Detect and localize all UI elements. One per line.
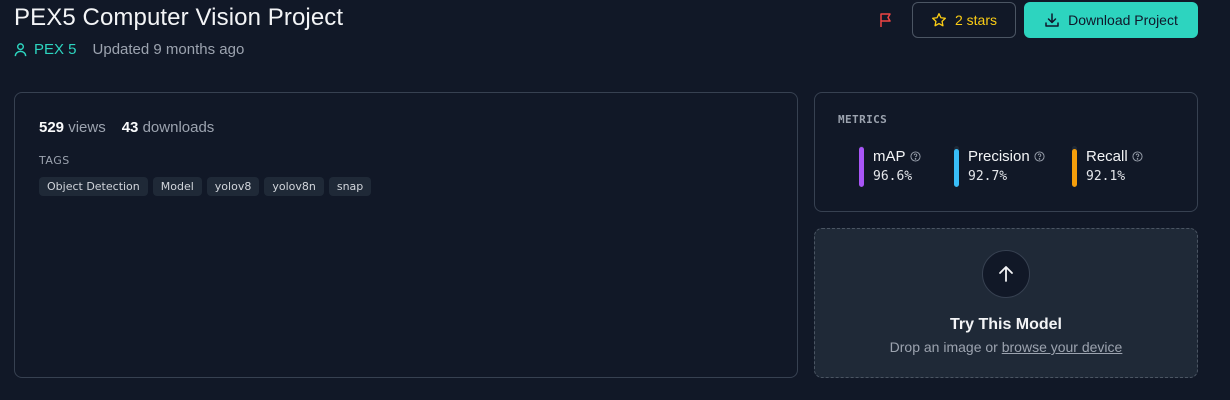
tag-list: Object Detection Model yolov8 yolov8n sn… (39, 177, 372, 196)
browse-device-link[interactable]: browse your device (1002, 339, 1123, 355)
metric-bar-track (954, 146, 959, 187)
download-icon (1044, 12, 1060, 28)
metric-value: 92.1% (1086, 169, 1126, 184)
downloads-count: 43 (121, 119, 139, 136)
metric-name-label: Recall (1086, 148, 1128, 165)
help-circle-icon[interactable] (909, 151, 921, 162)
metric-bar-track (1072, 146, 1077, 187)
metric-bar-fill (954, 149, 959, 187)
metrics-heading: METRICS (838, 113, 888, 126)
try-model-dropzone[interactable]: Try This Model Drop an image or browse y… (814, 228, 1198, 378)
metric-name-label: mAP (873, 148, 906, 165)
views-count: 529 (39, 119, 65, 136)
views-stat: 529 views (39, 119, 106, 136)
project-meta: PEX 5 Updated 9 months ago (13, 41, 244, 58)
tag-item[interactable]: yolov8 (206, 177, 260, 196)
flag-icon (878, 12, 894, 28)
metric-name: Recall (1086, 148, 1143, 165)
help-circle-icon[interactable] (1034, 151, 1045, 162)
downloads-label: downloads (142, 119, 215, 136)
metric-value: 92.7% (968, 169, 1008, 184)
metric-bar-fill (859, 147, 864, 187)
user-icon (13, 42, 28, 57)
metric-name: Precision (968, 148, 1045, 165)
metric-bar-fill (1072, 149, 1077, 187)
drop-image-text: Drop an image or (889, 339, 1002, 355)
metric-name: mAP (873, 148, 921, 165)
tag-item[interactable]: snap (328, 177, 372, 196)
views-label: views (68, 119, 106, 136)
project-info-panel: 529 views 43 downloads TAGS Object Detec… (14, 92, 798, 378)
try-model-instructions: Drop an image or browse your device (815, 339, 1197, 355)
report-flag-button[interactable] (876, 11, 896, 29)
page-title: PEX5 Computer Vision Project (14, 4, 344, 31)
project-page: PEX5 Computer Vision Project PEX 5 Updat… (0, 0, 1230, 400)
arrow-up-icon (996, 264, 1016, 284)
download-project-button[interactable]: Download Project (1024, 2, 1198, 38)
metric-bar-track (859, 146, 864, 187)
updated-text: Updated 9 months ago (92, 41, 245, 58)
tag-item[interactable]: Object Detection (39, 177, 148, 196)
upload-button[interactable] (982, 250, 1030, 298)
project-stats: 529 views 43 downloads (39, 119, 214, 136)
owner-link[interactable]: PEX 5 (34, 41, 77, 58)
metric-value: 96.6% (873, 169, 913, 184)
download-label: Download Project (1068, 12, 1178, 28)
star-button[interactable]: 2 stars (912, 2, 1016, 38)
try-model-title: Try This Model (949, 316, 1062, 333)
tag-item[interactable]: yolov8n (264, 177, 324, 196)
help-circle-icon[interactable] (1132, 151, 1143, 162)
metrics-panel: METRICS mAP 96.6% Precision 92.7% Recall… (814, 92, 1198, 212)
tags-heading: TAGS (39, 154, 70, 167)
downloads-stat: 43 downloads (122, 119, 215, 136)
metric-name-label: Precision (968, 148, 1030, 165)
tag-item[interactable]: Model (152, 177, 202, 196)
star-icon (931, 12, 947, 28)
star-count-label: 2 stars (954, 12, 997, 28)
